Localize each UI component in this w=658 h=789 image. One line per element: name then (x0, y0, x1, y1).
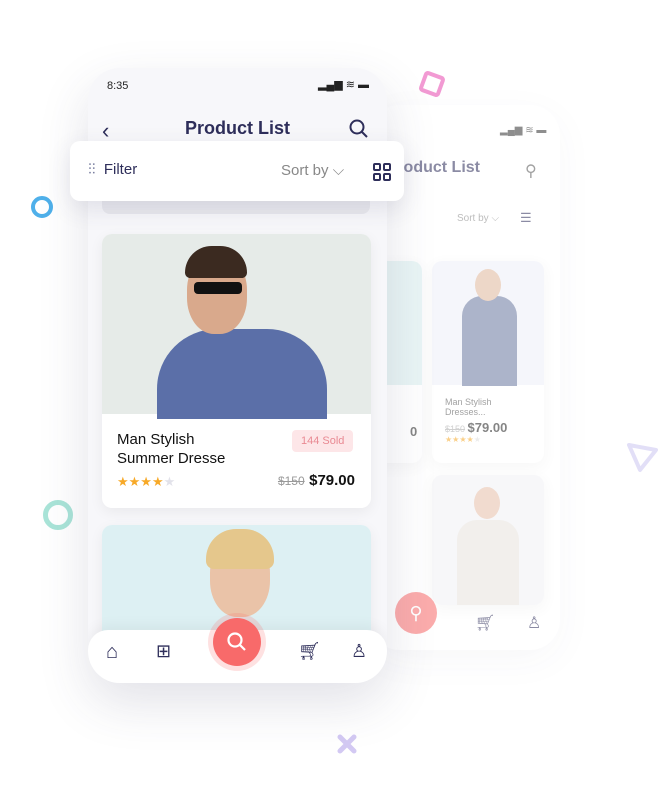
star-rating: ★★★★★ (117, 474, 176, 489)
sort-by-button[interactable]: Sort by ⌵ (457, 213, 499, 224)
old-price: $150 (277, 474, 305, 488)
product-name: Man Stylish (117, 431, 195, 448)
pink-square-decoration (417, 69, 447, 99)
search-fab[interactable]: ⚲ (395, 592, 437, 634)
grid-view-icon[interactable] (373, 163, 391, 181)
profile-icon[interactable]: ♙ (527, 613, 541, 633)
filter-button[interactable]: ⫶⫶ Filter (88, 161, 137, 178)
status-time: 8:35 (107, 80, 129, 92)
page-title: Product List (184, 118, 290, 138)
status-icons: ▂▄▆ ≋ ▬ (318, 79, 370, 91)
product-image (102, 234, 371, 419)
chevron-down-icon: ⌵ (332, 162, 345, 179)
blue-ring-decoration (31, 196, 53, 218)
profile-icon[interactable]: ♙ (351, 641, 367, 662)
search-icon[interactable] (349, 119, 369, 139)
sliders-icon: ⫶⫶ (88, 161, 96, 178)
sort-by-button[interactable]: Sort by ⌵ (281, 162, 344, 179)
cart-icon[interactable]: 🛒︎ (298, 641, 321, 662)
list-view-icon[interactable]: ☰ (520, 210, 532, 226)
triangle-decoration (627, 443, 658, 472)
home-icon[interactable]: ⌂ (106, 641, 118, 664)
product-card[interactable]: Man Stylish Dresses... $150 $79.00 ★★★★★ (432, 261, 544, 463)
product-card[interactable] (432, 475, 544, 605)
search-fab[interactable] (213, 618, 261, 666)
star-rating: ★★★★★ (445, 435, 481, 444)
search-icon[interactable]: ⚲ (525, 161, 537, 181)
product-card[interactable]: Man Stylish Summer Dresse 144 Sold ★★★★★ … (102, 234, 371, 508)
x-decoration (337, 734, 357, 754)
categories-icon[interactable]: ⊞ (156, 641, 171, 662)
sold-badge: 144 Sold (292, 430, 354, 452)
cart-icon[interactable]: 🛒︎ (475, 613, 495, 633)
status-icons: ▂▄▆ ≋ ▬ (500, 125, 547, 136)
filter-bar: ⫶⫶ Filter Sort by ⌵ (70, 141, 404, 201)
teal-ring-decoration (43, 500, 73, 530)
price: $79.00 (309, 472, 355, 489)
